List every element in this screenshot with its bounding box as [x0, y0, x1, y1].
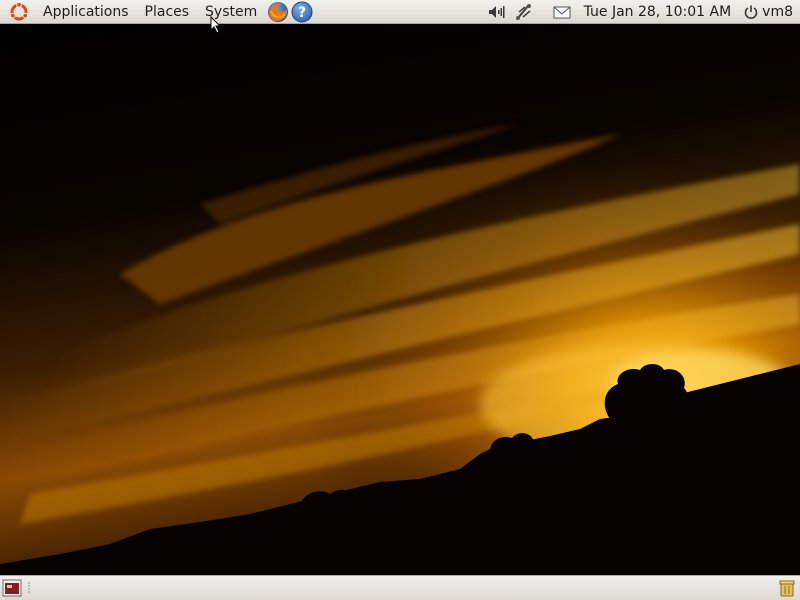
places-menu[interactable]: Places: [137, 0, 198, 24]
notification-area: Tue Jan 28, 10:01 AM vm8: [482, 0, 800, 24]
panel-handle[interactable]: [26, 580, 32, 596]
power-icon: [744, 5, 758, 19]
user-name: vm8: [762, 3, 793, 20]
network-icon[interactable]: [514, 3, 534, 21]
mail-icon[interactable]: [552, 3, 572, 21]
bottom-panel: [0, 575, 800, 600]
sunset-wallpaper: [0, 24, 800, 575]
clock[interactable]: Tue Jan 28, 10:01 AM: [576, 4, 744, 20]
system-menu[interactable]: System: [197, 0, 265, 24]
firefox-icon[interactable]: [267, 1, 289, 23]
volume-icon[interactable]: [486, 3, 506, 21]
applications-menu[interactable]: Applications: [35, 0, 137, 24]
help-icon[interactable]: ?: [291, 1, 313, 23]
desktop[interactable]: [0, 24, 800, 575]
show-desktop-icon[interactable]: [2, 579, 22, 597]
mouse-pointer-icon: [210, 16, 222, 34]
svg-text:?: ?: [298, 5, 306, 21]
user-switcher[interactable]: vm8: [743, 4, 800, 20]
top-panel: Applications Places System ? Tue Jan 28,…: [0, 0, 800, 24]
trash-icon[interactable]: [777, 578, 797, 598]
ubuntu-logo-icon[interactable]: [9, 1, 29, 22]
